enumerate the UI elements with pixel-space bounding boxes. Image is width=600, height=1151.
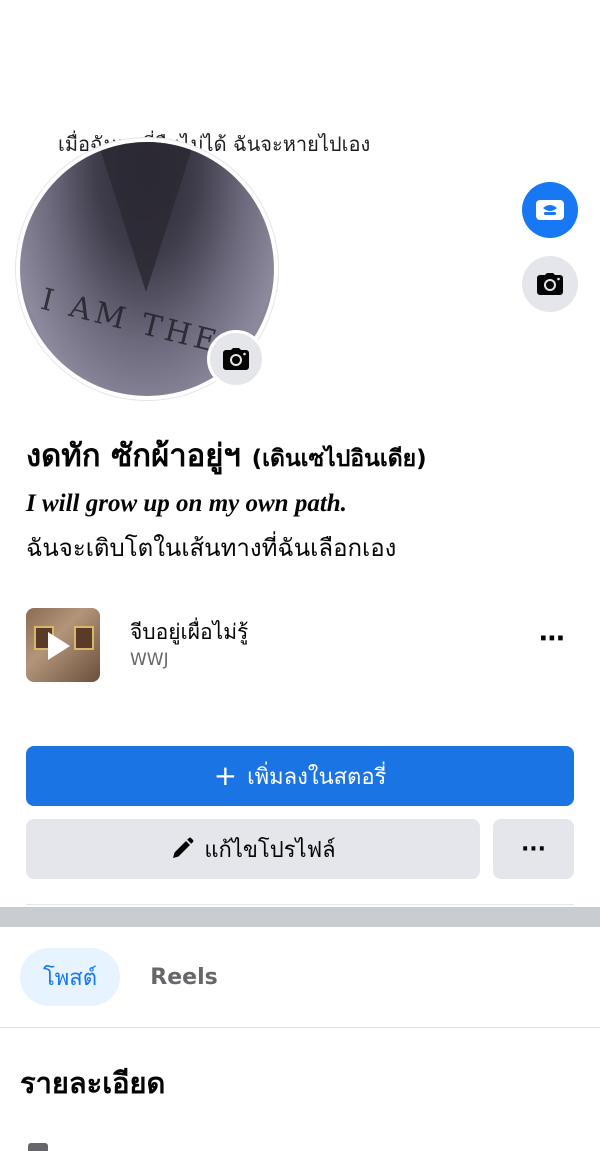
bio-line-english: I will grow up on my own path. <box>26 490 347 517</box>
section-separator <box>0 907 600 927</box>
music-thumbnail[interactable] <box>26 608 100 682</box>
plus-icon: + <box>213 759 238 792</box>
edit-profile-button[interactable]: แก้ไขโปรไฟล์ <box>26 819 480 879</box>
tab-posts[interactable]: โพสต์ <box>20 948 120 1006</box>
add-to-story-button[interactable]: + เพิ่มลงในสตอรี่ <box>26 746 574 806</box>
more-dots-icon: ··· <box>520 836 547 862</box>
divider <box>26 904 574 905</box>
play-icon <box>48 632 70 660</box>
profile-display-name: งดทัก ซักผ้าอยู่ฯ <box>26 438 241 474</box>
music-artist: WWJ <box>130 650 169 670</box>
cover-camera-button[interactable] <box>522 256 578 312</box>
music-title: จีบอยู่เผื่อไม่รู้ <box>130 620 249 644</box>
tab-reels[interactable]: Reels <box>138 948 230 1006</box>
camera-icon <box>223 348 249 370</box>
avatar-camera-button[interactable] <box>207 330 265 388</box>
avatar-shirt-neckline <box>98 142 194 292</box>
profile-more-button[interactable]: ··· <box>493 819 574 879</box>
music-thumb-frame-right <box>74 626 94 650</box>
camera-icon <box>537 273 563 295</box>
details-heading: รายละเอียด <box>20 1066 166 1100</box>
profile-name: งดทัก ซักผ้าอยู่ฯ (เดินเซไปอินเดีย) <box>26 430 427 480</box>
edit-profile-label: แก้ไขโปรไฟล์ <box>204 837 336 863</box>
add-to-story-label: เพิ่มลงในสตอรี่ <box>247 764 387 790</box>
profile-music[interactable]: จีบอยู่เผื่อไม่รู้ WWJ ⋯ <box>26 606 574 682</box>
tabs-divider <box>0 1027 600 1028</box>
pencil-icon <box>170 837 194 861</box>
bio-line-thai: ฉันจะเติบโตในเส้นทางที่ฉันเลือกเอง <box>26 534 397 562</box>
profile-alt-name: (เดินเซไปอินเดีย) <box>251 446 427 472</box>
detail-row-icon <box>28 1143 48 1151</box>
music-more-button[interactable]: ⋯ <box>539 624 566 654</box>
avatar-frame-icon <box>536 200 564 220</box>
avatar-frame-button[interactable] <box>522 182 578 238</box>
